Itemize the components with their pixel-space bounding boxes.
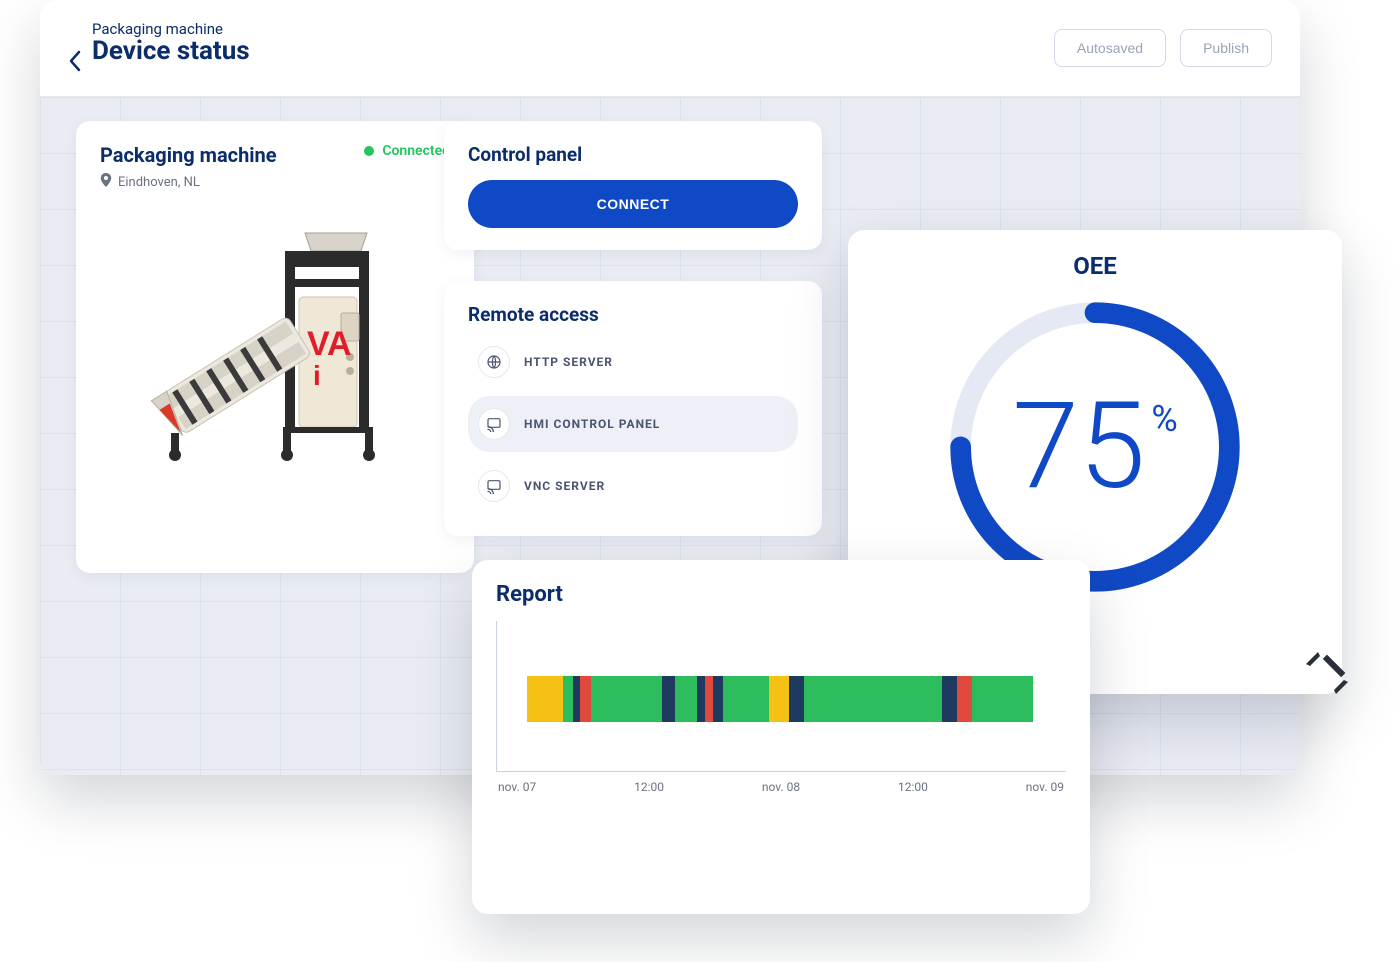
- timeline-segment: [662, 676, 675, 722]
- timeline-segment: [713, 676, 723, 722]
- connection-status: Connected: [364, 143, 450, 159]
- remote-item-label: HMI CONTROL PANEL: [524, 417, 660, 431]
- timeline-segment: [723, 676, 769, 722]
- status-dot-icon: [364, 146, 374, 156]
- remote-access-title: Remote access: [468, 303, 798, 326]
- device-card: Packaging machine Eindhoven, NL Connecte…: [76, 121, 474, 573]
- resize-handle-icon[interactable]: [1304, 650, 1350, 700]
- svg-text:i: i: [313, 360, 321, 391]
- timeline-segment: [705, 676, 713, 722]
- globe-icon: [478, 346, 510, 378]
- oee-unit: %: [1151, 398, 1177, 440]
- tick-label: 12:00: [634, 780, 664, 794]
- control-panel-card: Control panel CONNECT: [444, 121, 822, 250]
- timeline-segment: [573, 676, 581, 722]
- status-text: Connected: [382, 143, 450, 159]
- report-title: Report: [496, 582, 1066, 607]
- timeline-segment: [591, 676, 662, 722]
- report-card[interactable]: Report nov. 07 12:00 nov. 08 12:00 nov. …: [472, 560, 1090, 914]
- device-image: V A i: [100, 207, 450, 467]
- cast-icon: [478, 408, 510, 440]
- titlebar: Packaging machine Device status Autosave…: [40, 0, 1300, 97]
- remote-item-http[interactable]: HTTP SERVER: [468, 334, 798, 390]
- back-chevron-icon[interactable]: [68, 50, 82, 76]
- report-x-ticks: nov. 07 12:00 nov. 08 12:00 nov. 09: [496, 780, 1066, 794]
- timeline-segment: [675, 676, 698, 722]
- remote-item-label: HTTP SERVER: [524, 355, 613, 369]
- connect-button[interactable]: CONNECT: [468, 180, 798, 228]
- timeline-segment: [697, 676, 705, 722]
- timeline-segment: [942, 676, 957, 722]
- timeline-segment: [957, 676, 972, 722]
- timeline-segment: [769, 676, 789, 722]
- timeline-segment: [527, 676, 563, 722]
- svg-text:A: A: [327, 325, 351, 363]
- oee-value: 75: [1012, 387, 1145, 507]
- timeline-segment: [789, 676, 804, 722]
- remote-item-hmi[interactable]: HMI CONTROL PANEL: [468, 396, 798, 452]
- report-timeline-chart: [496, 621, 1066, 772]
- remote-access-card: Remote access HTTP SERVER HMI CONTROL PA…: [444, 281, 822, 536]
- control-panel-title: Control panel: [468, 143, 798, 166]
- oee-donut-chart: 75 %: [940, 292, 1250, 602]
- tick-label: nov. 07: [498, 780, 536, 794]
- timeline-segment: [972, 676, 1033, 722]
- autosaved-button[interactable]: Autosaved: [1054, 29, 1166, 67]
- device-name: Packaging machine: [100, 143, 277, 167]
- location-pin-icon: [100, 173, 112, 191]
- timeline-segment: [563, 676, 573, 722]
- tick-label: nov. 09: [1026, 780, 1064, 794]
- timeline-segment: [804, 676, 941, 722]
- tick-label: 12:00: [898, 780, 928, 794]
- remote-item-vnc[interactable]: VNC SERVER: [468, 458, 798, 514]
- remote-item-label: VNC SERVER: [524, 479, 605, 493]
- tick-label: nov. 08: [762, 780, 800, 794]
- cast-icon: [478, 470, 510, 502]
- publish-button[interactable]: Publish: [1180, 29, 1272, 67]
- oee-title: OEE: [1073, 252, 1117, 280]
- device-location: Eindhoven, NL: [118, 175, 200, 190]
- timeline-segment: [580, 676, 590, 722]
- page-title: Device status: [92, 36, 250, 66]
